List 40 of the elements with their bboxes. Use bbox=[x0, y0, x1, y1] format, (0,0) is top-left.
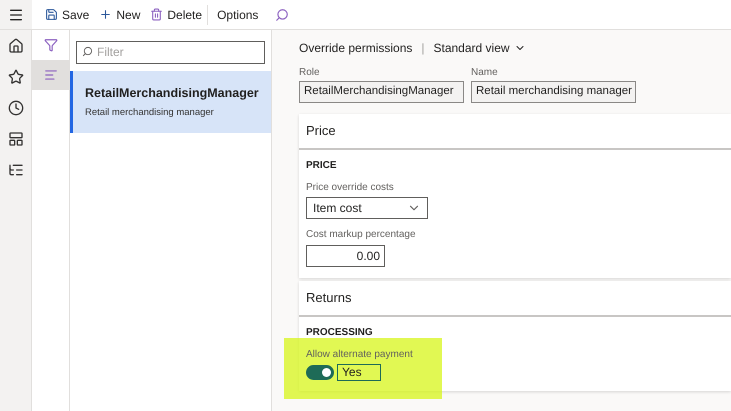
view-selector[interactable]: Standard view bbox=[434, 39, 526, 57]
field-label: Name bbox=[471, 66, 499, 80]
toolbar-button[interactable]: New bbox=[94, 2, 146, 28]
section-title[interactable]: Price bbox=[306, 121, 336, 141]
save-icon bbox=[45, 8, 58, 21]
search-icon bbox=[82, 46, 93, 57]
field-label: Allow alternate payment bbox=[306, 348, 413, 362]
section-title[interactable]: Returns bbox=[306, 288, 352, 308]
clock-icon[interactable] bbox=[8, 100, 24, 116]
item-subtitle: Retail merchandising manager bbox=[85, 106, 215, 120]
workspace-icon[interactable] bbox=[8, 131, 24, 147]
group-heading: PRICE bbox=[306, 159, 338, 173]
group-heading: PROCESSING bbox=[306, 326, 374, 340]
pane-tab[interactable] bbox=[32, 60, 69, 90]
field-label: Price override costs bbox=[306, 181, 395, 195]
separator: | bbox=[421, 40, 424, 57]
toolbar-button[interactable]: Delete bbox=[145, 2, 208, 28]
home-icon[interactable] bbox=[8, 38, 24, 54]
field-label: Cost markup percentage bbox=[306, 228, 416, 242]
toggle-switch[interactable] bbox=[306, 365, 334, 380]
trash-icon bbox=[150, 8, 164, 21]
read-only-field[interactable]: RetailMerchandisingManager bbox=[299, 81, 464, 103]
toggle-value: Yes bbox=[337, 364, 381, 381]
star-icon[interactable] bbox=[8, 69, 24, 85]
number-field[interactable]: 0.00 bbox=[306, 245, 385, 267]
field-label: Role bbox=[299, 66, 321, 80]
filter-field[interactable]: Filter bbox=[76, 40, 265, 64]
list-item[interactable]: RetailMerchandisingManager Retail merchandising manager bbox=[70, 71, 271, 133]
filter-icon bbox=[44, 38, 58, 52]
toolbar-button[interactable]: Options bbox=[212, 2, 264, 28]
menu-icon[interactable] bbox=[8, 6, 24, 22]
search-icon[interactable] bbox=[275, 8, 290, 22]
plus-icon bbox=[99, 8, 112, 21]
toolbar-button[interactable]: Save bbox=[40, 2, 94, 28]
read-only-field[interactable]: Retail merchandising manager bbox=[471, 81, 636, 103]
lines-icon bbox=[44, 68, 58, 82]
list-icon[interactable] bbox=[8, 162, 24, 178]
dropdown[interactable]: Item cost bbox=[306, 197, 428, 219]
breadcrumb[interactable]: Override permissions bbox=[299, 39, 412, 57]
item-title: RetailMerchandisingManager bbox=[85, 85, 260, 102]
